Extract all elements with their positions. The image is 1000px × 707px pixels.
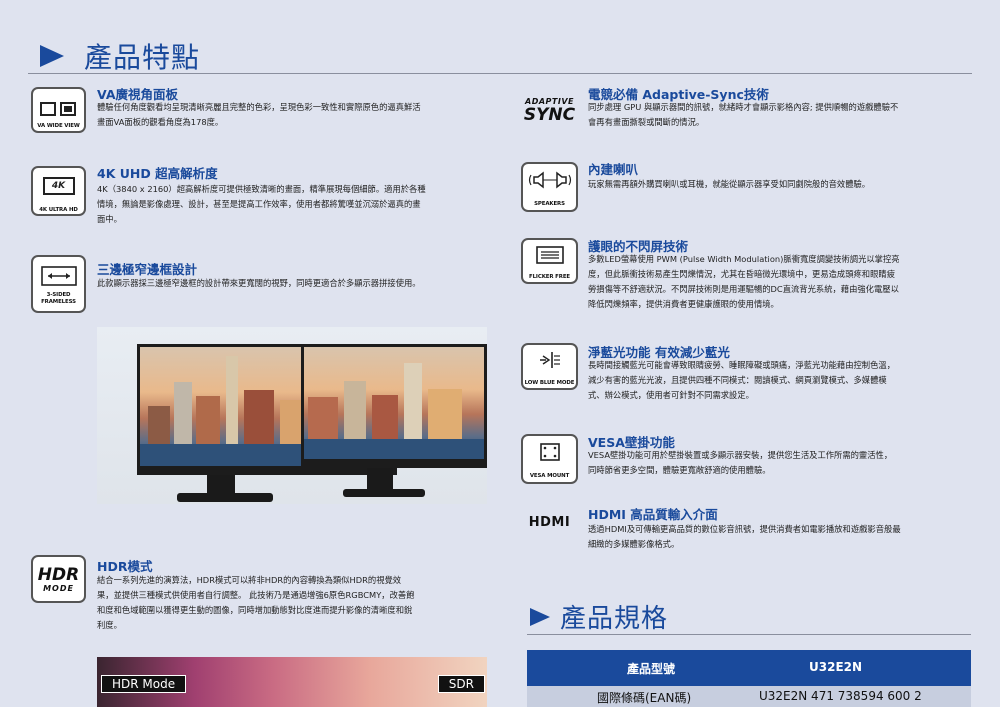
- spec-table-header: 產品型號 U32E2N: [527, 650, 971, 686]
- hdmi-logo: HDMI: [528, 514, 571, 530]
- feature-desc-vesa: VESA壁掛功能可用於壁掛裝置或多顯示器安裝，提供您生活及工作所需的靈活性， 同…: [588, 448, 978, 478]
- adaptive-sync-logo: SYNC: [523, 104, 576, 125]
- desc-line: 果，並提供三種模式供使用者自行調整。 此技術乃是通過增強6原色RGBCMY，改善…: [97, 590, 415, 600]
- desc-line: 和度和色域範圍以獲得更生動的圖像，同時增加動態對比度進而提升影像的清晰度和銳: [97, 605, 413, 615]
- 4k-glyph: 4K: [42, 177, 75, 195]
- desc-line: 結合一系列先進的演算法，HDR模式可以將非HDR的內容轉換為類似HDR的視覺效: [97, 575, 402, 585]
- desc-line: 同步處理 GPU 與顯示器間的訊號，就緒時才會顯示影格內容; 提供順暢的遊戲體驗…: [588, 102, 899, 112]
- low-blue-mode-icon-label: LOW BLUE MODE: [524, 380, 575, 386]
- feature-title-speakers: 內建喇叭: [588, 162, 639, 177]
- hdr-glyph: HDR: [37, 564, 80, 585]
- hdr-mode-tag: HDR Mode: [101, 675, 187, 693]
- specs-section-header: 產品規格: [530, 598, 668, 635]
- desc-line: VESA壁掛功能可用於壁掛裝置或多顯示器安裝，提供您生活及工作所需的靈活性，: [588, 450, 893, 460]
- feature-desc-4k: 4K（3840 x 2160）超高解析度可提供極致清晰的畫面，精準展現每個細節。…: [97, 182, 497, 227]
- desc-line: 面中。: [97, 214, 122, 224]
- feature-desc-hdr: 結合一系列先進的演算法，HDR模式可以將非HDR的內容轉換為類似HDR的視覺效 …: [97, 573, 497, 633]
- 4k-icon-label: 4K ULTRA HD: [39, 207, 78, 213]
- feature-desc-adaptive-sync: 同步處理 GPU 與顯示器間的訊號，就緒時才會顯示影格內容; 提供順暢的遊戲體驗…: [588, 100, 978, 130]
- desc-line: 情境，無論是影像處理、設計，甚至是提高工作效率，使用者都將驚嘆並沉溺於逼真的畫: [97, 199, 421, 209]
- desc-line: 勞損傷等不舒適狀況。不閃屏技術則是用運驅暢的DC直流背光系統，藉由強化電壓以: [588, 284, 899, 294]
- adaptive-sync-icon: ADAPTIVE SYNC: [521, 87, 578, 133]
- desc-line: 同時節省更多空間，體驗更寬敞舒適的使用體驗。: [588, 465, 771, 475]
- hdr-mode-icon-label: MODE: [43, 583, 74, 593]
- specs-title: 產品規格: [560, 604, 669, 634]
- feature-desc-low-blue: 長時間接觸藍光可能會導致眼睛疲勞、睡眠障礙或頭痛，淨藍光功能藉由控制色溫， 減少…: [588, 358, 978, 403]
- divider: [28, 73, 972, 74]
- va-panel-icon-label: VA WIDE VIEW: [37, 123, 80, 129]
- arrow-right-icon: [530, 607, 550, 626]
- feature-desc-va: 體驗任何角度觀看均呈現清晰亮麗且完整的色彩，呈現色彩一致性和實際原色的逼真鮮活 …: [97, 100, 497, 130]
- feature-desc-hdmi: 透過HDMI及可傳輸更高品質的數位影音訊號，提供消費者如電影播放和遊戲影音般最 …: [588, 522, 978, 552]
- desc-line: 玩家無需再額外購買喇叭或耳機，就能從顯示器享受如同劇院般的音效體驗。: [588, 179, 871, 189]
- vesa-mount-icon-label: VESA MOUNT: [529, 473, 570, 479]
- spec-header-model: U32E2N: [809, 660, 863, 674]
- flicker-free-icon-label: FLICKER FREE: [529, 274, 570, 280]
- sdr-tag: SDR: [437, 675, 485, 693]
- desc-line: 細緻的多媒體影像格式。: [588, 539, 680, 549]
- features-title: 產品特點: [84, 41, 201, 74]
- table-row: 國際條碼(EAN碼) U32E2N 471 738594 600 2: [527, 686, 971, 707]
- monitor-right-screen: [304, 347, 484, 459]
- desc-line: 畫面VA面板的觀看角度為178度。: [97, 117, 224, 127]
- divider: [527, 634, 971, 635]
- desc-line: 透過HDMI及可傳輸更高品質的數位影音訊號，提供消費者如電影播放和遊戲影音般最: [588, 524, 901, 534]
- desc-line: 體驗任何角度觀看均呈現清晰亮麗且完整的色彩，呈現色彩一致性和實際原色的逼真鮮活: [97, 102, 421, 112]
- desc-line: 長時間接觸藍光可能會導致眼睛疲勞、睡眠障礙或頭痛，淨藍光功能藉由控制色溫，: [588, 360, 895, 370]
- speakers-icon-label: SPEAKERS: [534, 201, 565, 207]
- hdmi-icon: HDMI: [521, 508, 578, 536]
- feature-desc-bezel: 此款顯示器採三邊極窄邊框的設計帶來更寬闊的視野，同時更適合於多顯示器拼接使用。: [97, 276, 497, 291]
- desc-line: 多數LED螢幕使用 PWM (Pulse Width Modulation)脈衝…: [588, 254, 900, 264]
- monitor-right: [301, 344, 487, 468]
- desc-line: 度，但此脈衝技術易產生閃爍情況，尤其在昏暗微光環境中，更易造成頭疼和眼睛疲: [588, 269, 895, 279]
- feature-title-4k: 4K UHD 超高解析度: [97, 166, 218, 181]
- monitor-right-base: [343, 489, 425, 497]
- hdr-mode-icon: HDR MODE: [31, 555, 86, 603]
- monitor-left-base: [177, 493, 273, 502]
- features-section-header: 產品特點: [40, 36, 200, 76]
- hdr-comparison-image: HDR Mode SDR: [97, 657, 487, 707]
- desc-line: 此款顯示器採三邊極窄邊框的設計帶來更寬闊的視野，同時更適合於多顯示器拼接使用。: [97, 278, 421, 288]
- feature-desc-flicker-free: 多數LED螢幕使用 PWM (Pulse Width Modulation)脈衝…: [588, 252, 978, 312]
- spec-row-value: U32E2N 471 738594 600 2: [759, 689, 922, 703]
- desc-line: 會再有畫面撕裂或間斷的情況。: [588, 117, 705, 127]
- desc-line: 利度。: [97, 620, 122, 630]
- narrow-border-icon-label: 3-SIDED FRAMELESS: [41, 292, 76, 305]
- spec-row-label: 國際條碼(EAN碼): [597, 691, 692, 705]
- monitors-photo: [97, 327, 487, 504]
- feature-desc-speakers: 玩家無需再額外購買喇叭或耳機，就能從顯示器享受如同劇院般的音效體驗。: [588, 177, 978, 192]
- desc-line: 減少有害的藍光光波，且提供四種不同模式：閱讀模式、網頁瀏覽模式、多媒體模: [588, 375, 887, 385]
- desc-line: 式、辦公模式，使用者可針對不同需求設定。: [588, 390, 754, 400]
- desc-line: 降低閃爍頻率，提供消費者更健康護眼的使用情境。: [588, 299, 779, 309]
- arrow-right-icon: [40, 45, 64, 67]
- spec-header-label: 產品型號: [627, 662, 676, 676]
- feature-title-hdmi: HDMI 高品質輸入介面: [588, 507, 718, 522]
- desc-line: 4K（3840 x 2160）超高解析度可提供極致清晰的畫面，精準展現每個細節。…: [97, 184, 426, 194]
